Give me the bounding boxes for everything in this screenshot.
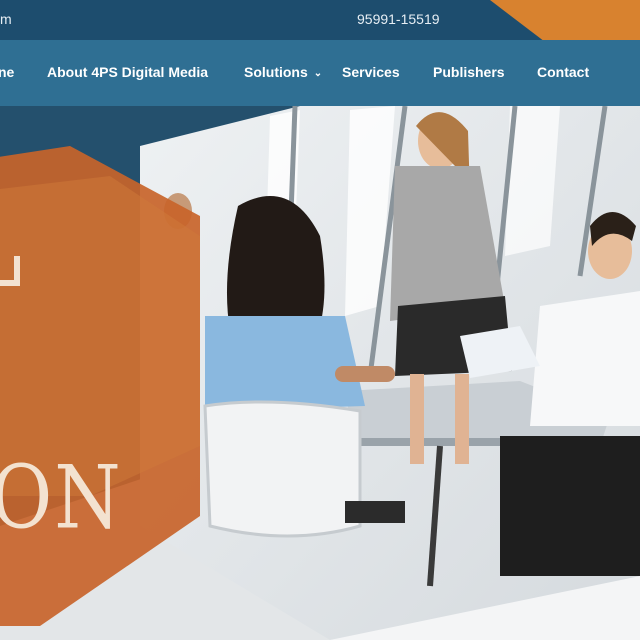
main-nav: ne About 4PS Digital Media Solutions ⌄ Se… xyxy=(0,40,640,106)
nav-contact[interactable]: Contact xyxy=(537,64,589,80)
phone-number[interactable]: 95991-15519 xyxy=(357,11,440,27)
nav-publishers[interactable]: Publishers xyxy=(433,64,505,80)
hero-banner: ON xyxy=(0,106,640,640)
nav-solutions-label: Solutions xyxy=(244,64,308,80)
top-accent-shape xyxy=(490,0,640,40)
hero-letter-fragment xyxy=(0,256,20,286)
nav-about[interactable]: About 4PS Digital Media xyxy=(47,64,208,80)
hero-headline: ON xyxy=(0,446,123,549)
top-bar: m 95991-15519 xyxy=(0,0,640,40)
nav-solutions[interactable]: Solutions ⌄ xyxy=(244,64,322,80)
email-link[interactable]: m xyxy=(0,11,12,27)
nav-home[interactable]: ne xyxy=(0,64,14,80)
nav-services[interactable]: Services xyxy=(342,64,400,80)
hero-artwork xyxy=(0,106,640,640)
meeting-photo xyxy=(140,106,640,640)
chevron-down-icon: ⌄ xyxy=(313,68,323,79)
